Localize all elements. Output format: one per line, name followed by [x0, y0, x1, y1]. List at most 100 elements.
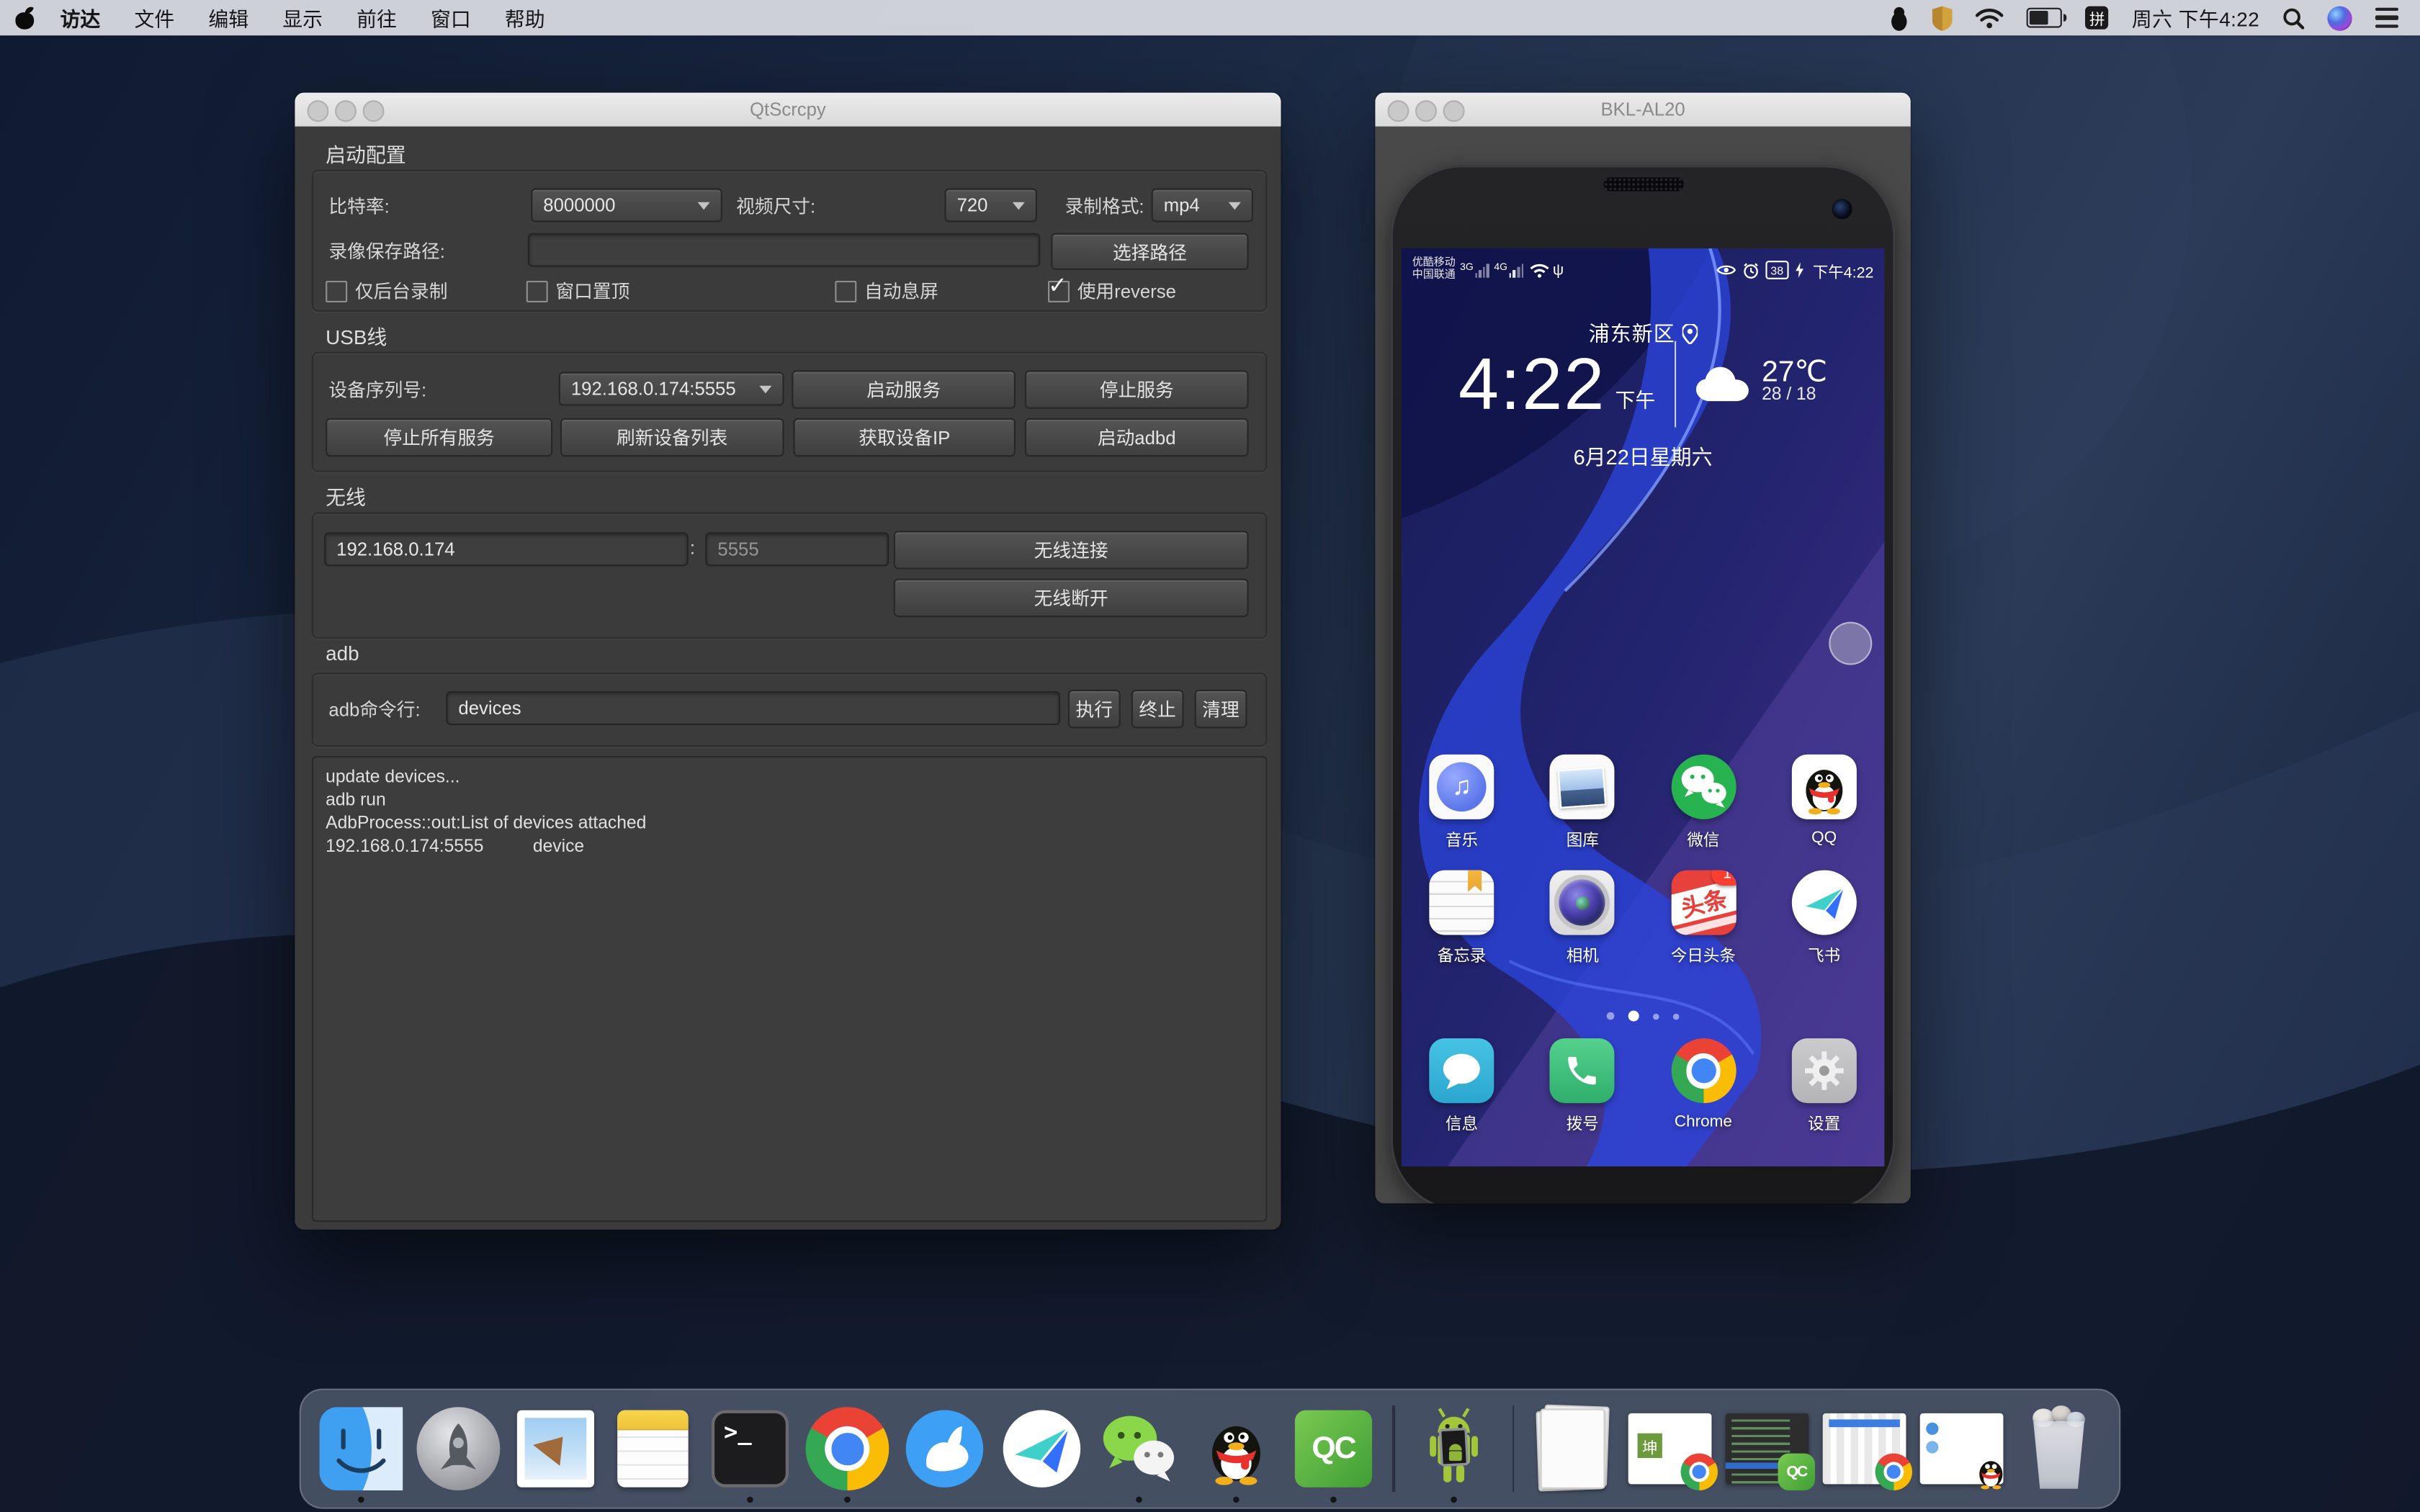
- shield-icon[interactable]: [1932, 6, 1953, 30]
- dock-item-documents[interactable]: [1531, 1407, 1615, 1490]
- menu-help[interactable]: 帮助: [488, 0, 562, 35]
- dock-item-trash[interactable]: [2017, 1407, 2101, 1490]
- menu-file[interactable]: 文件: [117, 0, 192, 35]
- checkbox-use-reverse[interactable]: 使用reverse: [1048, 278, 1176, 304]
- stop-all-services-button[interactable]: 停止所有服务: [326, 418, 552, 457]
- app-settings[interactable]: 设置: [1764, 1038, 1885, 1135]
- qq-icon[interactable]: [1792, 755, 1857, 819]
- app-memo[interactable]: 备忘录: [1402, 870, 1523, 968]
- camera-icon[interactable]: [1550, 870, 1615, 935]
- messages-icon[interactable]: [1430, 1038, 1494, 1103]
- dock-item-qtscrcpy-android[interactable]: [1412, 1407, 1495, 1490]
- checkbox-icon[interactable]: [526, 280, 548, 302]
- phone-screen[interactable]: 优酷移动 中国联通 3G 4G ψ 38: [1402, 248, 1885, 1166]
- app-dialer[interactable]: 拨号: [1522, 1038, 1643, 1135]
- menubar-clock[interactable]: 周六 下午4:22: [2132, 3, 2259, 32]
- clock-weather-widget[interactable]: 4:22 下午 27℃ 28 / 18: [1402, 341, 1885, 428]
- minimized-window-thumbnail: [1920, 1413, 2004, 1485]
- qtscrcpy-titlebar[interactable]: QtScrcpy: [295, 93, 1281, 128]
- wireless-ip-input[interactable]: 192.168.0.174: [324, 532, 689, 566]
- dock-item-mail[interactable]: [514, 1407, 598, 1490]
- app-chrome[interactable]: Chrome: [1643, 1038, 1764, 1135]
- settings-gear-icon[interactable]: [1792, 1038, 1857, 1103]
- app-toutiao[interactable]: 头条 1 今日头条: [1643, 870, 1764, 968]
- choose-path-button[interactable]: 选择路径: [1051, 233, 1248, 270]
- refresh-devices-button[interactable]: 刷新设备列表: [560, 418, 784, 457]
- start-service-button[interactable]: 启动服务: [792, 370, 1016, 409]
- dock-item-notes[interactable]: [611, 1407, 695, 1490]
- app-feishu[interactable]: 飞书: [1764, 870, 1885, 968]
- terminate-button[interactable]: 终止: [1131, 690, 1184, 729]
- menu-window[interactable]: 窗口: [413, 0, 488, 35]
- wechat-icon[interactable]: [1671, 755, 1736, 819]
- menu-go[interactable]: 前往: [340, 0, 414, 35]
- adb-command-input[interactable]: devices: [446, 691, 1060, 725]
- music-icon[interactable]: ♫: [1430, 755, 1494, 819]
- clear-button[interactable]: 清理: [1195, 690, 1247, 729]
- dock-item-seal-app[interactable]: [903, 1407, 987, 1490]
- wireless-connect-button[interactable]: 无线连接: [894, 531, 1249, 570]
- dock-item-minimized-qq-chat[interactable]: [1920, 1407, 2004, 1490]
- dock-item-chrome[interactable]: [806, 1407, 889, 1490]
- app-camera[interactable]: 相机: [1522, 870, 1643, 968]
- dock-item-lark[interactable]: [1000, 1407, 1084, 1490]
- log-output[interactable]: update devices... adb run AdbProcess::ou…: [312, 756, 1267, 1222]
- app-messages[interactable]: 信息: [1402, 1038, 1523, 1135]
- record-path-input[interactable]: [528, 233, 1040, 267]
- execute-button[interactable]: 执行: [1068, 690, 1121, 729]
- dock-item-wechat[interactable]: [1098, 1407, 1181, 1490]
- dock-item-terminal[interactable]: >_: [709, 1407, 792, 1490]
- memo-icon[interactable]: [1430, 870, 1494, 935]
- menu-finder[interactable]: 访达: [43, 0, 117, 35]
- get-device-ip-button[interactable]: 获取设备IP: [793, 418, 1016, 457]
- checkbox-background-record[interactable]: 仅后台录制: [326, 278, 447, 304]
- checkbox-checked-icon[interactable]: [1048, 280, 1070, 302]
- checkbox-auto-screen-off[interactable]: 自动息屏: [835, 278, 938, 304]
- wireless-port-input[interactable]: 5555: [705, 532, 889, 566]
- app-qq[interactable]: QQ: [1764, 755, 1885, 852]
- dock-item-minimized-editor[interactable]: QC: [1726, 1407, 1809, 1490]
- dialer-icon[interactable]: [1550, 1038, 1615, 1103]
- wireless-disconnect-button[interactable]: 无线断开: [894, 579, 1249, 618]
- bitrate-combobox[interactable]: 8000000: [531, 188, 722, 222]
- input-method-icon[interactable]: 拼: [2086, 6, 2109, 30]
- app-music[interactable]: ♫ 音乐: [1402, 755, 1523, 852]
- rocket-icon: [417, 1407, 501, 1490]
- start-adbd-button[interactable]: 启动adbd: [1025, 418, 1249, 457]
- stop-service-button[interactable]: 停止服务: [1025, 370, 1249, 409]
- serial-combobox[interactable]: 192.168.0.174:5555: [559, 372, 784, 405]
- qq-status-icon[interactable]: [1889, 6, 1909, 30]
- battery-icon[interactable]: [2027, 8, 2062, 28]
- dock-item-finder[interactable]: [320, 1407, 403, 1490]
- app-gallery[interactable]: 图库: [1522, 755, 1643, 852]
- menu-edit[interactable]: 编辑: [192, 0, 266, 35]
- checkbox-icon[interactable]: [326, 280, 347, 302]
- close-button[interactable]: [1387, 100, 1409, 122]
- zoom-button[interactable]: [363, 100, 385, 122]
- toutiao-icon[interactable]: 头条 1: [1671, 870, 1736, 935]
- checkbox-window-topmost[interactable]: 窗口置顶: [526, 278, 630, 304]
- minimize-button[interactable]: [335, 100, 357, 122]
- menu-view[interactable]: 显示: [266, 0, 340, 35]
- gallery-icon[interactable]: [1550, 755, 1615, 819]
- notification-center-icon[interactable]: [2375, 8, 2398, 28]
- checkbox-icon[interactable]: [835, 280, 856, 302]
- app-wechat[interactable]: 微信: [1643, 755, 1764, 852]
- chrome-icon[interactable]: [1671, 1038, 1736, 1103]
- apple-menu-icon[interactable]: [15, 7, 34, 29]
- wifi-icon[interactable]: [1976, 7, 2004, 29]
- phone-window-titlebar[interactable]: BKL-AL20: [1375, 93, 1911, 128]
- feishu-icon[interactable]: [1792, 870, 1857, 935]
- zoom-button[interactable]: [1443, 100, 1465, 122]
- dock-item-qq[interactable]: [1195, 1407, 1278, 1490]
- minimize-button[interactable]: [1415, 100, 1437, 122]
- dock-item-launchpad[interactable]: [417, 1407, 501, 1490]
- siri-icon[interactable]: [2327, 6, 2352, 30]
- record-format-combobox[interactable]: mp4: [1152, 188, 1253, 222]
- dock-item-minimized-webpage[interactable]: [1823, 1407, 1906, 1490]
- dock-item-qc[interactable]: QC: [1292, 1407, 1376, 1490]
- dock-item-minimized-doc[interactable]: 坤: [1628, 1407, 1712, 1490]
- close-button[interactable]: [307, 100, 328, 122]
- spotlight-icon[interactable]: [2282, 7, 2304, 29]
- video-size-combobox[interactable]: 720: [944, 188, 1037, 222]
